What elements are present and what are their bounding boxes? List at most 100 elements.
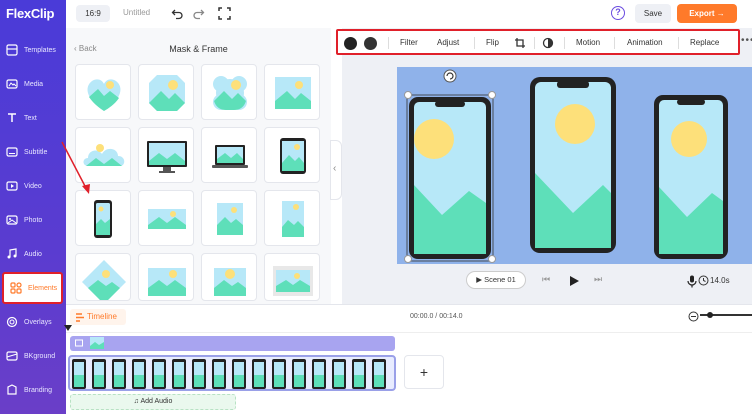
mask-heart[interactable] bbox=[75, 64, 131, 120]
clock-icon bbox=[698, 275, 709, 286]
mask-tall[interactable] bbox=[264, 190, 320, 246]
duration-label: 14.0s bbox=[710, 276, 730, 285]
previous-icon[interactable]: ⏮ bbox=[542, 274, 550, 285]
play-icon[interactable] bbox=[568, 275, 580, 287]
element-thumb bbox=[90, 337, 104, 349]
mask-octagon[interactable] bbox=[138, 64, 194, 120]
frame-phone[interactable] bbox=[75, 190, 131, 246]
chevron-left-icon: ‹ bbox=[333, 163, 337, 174]
frame-tablet[interactable] bbox=[264, 127, 320, 183]
frame-laptop[interactable] bbox=[201, 127, 257, 183]
player-controls: ▶ Scene 01 ⏮ ⏭ bbox=[342, 266, 752, 296]
element-toolbar: Filter Adjust Flip Motion Animation Repl… bbox=[336, 29, 740, 55]
timeline-icon bbox=[76, 313, 84, 322]
border-color-swatch[interactable] bbox=[344, 37, 357, 50]
divider bbox=[614, 37, 615, 49]
mask-landscape[interactable] bbox=[138, 253, 194, 301]
panel-title: Mask & Frame bbox=[169, 44, 228, 54]
top-bar: 16:9 Untitled ? Save Export → bbox=[66, 0, 752, 28]
motion-button[interactable]: Motion bbox=[576, 38, 600, 47]
frame-film[interactable] bbox=[264, 253, 320, 301]
mask-square[interactable] bbox=[264, 64, 320, 120]
divider bbox=[564, 37, 565, 49]
app-logo[interactable]: FlexClip bbox=[6, 6, 54, 21]
sidebar-item-audio[interactable]: Audio bbox=[0, 238, 66, 270]
filter-button[interactable]: Filter bbox=[400, 38, 418, 47]
mask-wide[interactable] bbox=[138, 190, 194, 246]
annotation-arrow bbox=[61, 141, 90, 194]
help-icon[interactable]: ? bbox=[611, 6, 625, 20]
redo-icon[interactable] bbox=[192, 7, 205, 20]
divider bbox=[388, 37, 389, 49]
zoom-out-icon[interactable] bbox=[688, 311, 699, 322]
microphone-icon[interactable] bbox=[687, 275, 697, 288]
sidebar-item-label: Media bbox=[24, 80, 44, 88]
scene-label: Scene 01 bbox=[484, 275, 516, 284]
frame-monitor[interactable] bbox=[138, 127, 194, 183]
text-icon bbox=[8, 113, 16, 122]
sidebar-item-label: Subtitle bbox=[24, 148, 48, 156]
more-options-icon[interactable]: ••• bbox=[741, 35, 752, 46]
time-display: 00:00.0 / 00:14.0 bbox=[410, 313, 463, 320]
fill-color-swatch[interactable] bbox=[364, 37, 377, 50]
sidebar-item-label: Audio bbox=[24, 250, 42, 258]
add-scene-button[interactable]: + bbox=[404, 355, 444, 389]
mask-sunburst[interactable] bbox=[201, 253, 257, 301]
zoom-slider-knob[interactable] bbox=[707, 312, 713, 318]
overlays-icon bbox=[6, 316, 18, 328]
project-title[interactable]: Untitled bbox=[123, 8, 150, 17]
sidebar-item-label: Branding bbox=[24, 386, 53, 394]
sidebar-item-text[interactable]: Text bbox=[0, 102, 66, 134]
opacity-icon[interactable] bbox=[542, 37, 554, 49]
divider bbox=[474, 37, 475, 49]
timeline-ruler[interactable] bbox=[66, 327, 752, 333]
sidebar-item-templates[interactable]: Templates bbox=[0, 34, 66, 66]
undo-icon[interactable] bbox=[171, 7, 184, 20]
timeline-panel: Timeline 00:00.0 / 00:14.0 + ♫ Add Audio bbox=[64, 304, 752, 414]
sidebar-item-media[interactable]: Media bbox=[0, 68, 66, 100]
adjust-button[interactable]: Adjust bbox=[437, 38, 459, 47]
mask-flower[interactable] bbox=[201, 64, 257, 120]
sidebar-item-label: Photo bbox=[24, 216, 43, 224]
export-button[interactable]: Export → bbox=[677, 4, 737, 23]
divider bbox=[534, 37, 535, 49]
sidebar-item-overlays[interactable]: Overlays bbox=[0, 306, 66, 338]
add-audio-label: Add Audio bbox=[140, 398, 173, 405]
timeline-label: Timeline bbox=[87, 312, 117, 321]
media-icon bbox=[6, 79, 18, 89]
playhead-icon[interactable] bbox=[64, 325, 72, 333]
save-button[interactable]: Save bbox=[635, 4, 671, 23]
sidebar-item-bkground[interactable]: BKground bbox=[0, 340, 66, 372]
video-track[interactable] bbox=[68, 355, 396, 391]
animation-button[interactable]: Animation bbox=[627, 38, 663, 47]
mask-diamond[interactable] bbox=[75, 253, 131, 301]
selection-handles[interactable] bbox=[399, 66, 499, 266]
element-track[interactable] bbox=[70, 336, 395, 351]
play-small-icon: ▶ bbox=[476, 275, 485, 284]
next-icon[interactable]: ⏭ bbox=[594, 274, 602, 285]
fullscreen-icon[interactable] bbox=[218, 7, 231, 20]
sidebar-item-label: Video bbox=[24, 182, 42, 190]
divider bbox=[678, 37, 679, 49]
mask-portrait[interactable] bbox=[201, 190, 257, 246]
sidebar-item-branding[interactable]: Branding bbox=[0, 374, 66, 406]
panel-collapse-handle[interactable]: ‹ bbox=[330, 140, 342, 200]
sidebar-item-label: Elements bbox=[28, 284, 58, 292]
crop-icon[interactable] bbox=[514, 37, 526, 49]
templates-icon bbox=[6, 44, 18, 56]
sidebar: FlexClip Templates Media Text Subtitle V… bbox=[0, 0, 66, 414]
subtitle-icon bbox=[6, 147, 18, 157]
flip-button[interactable]: Flip bbox=[486, 38, 499, 47]
add-audio-button[interactable]: ♫ Add Audio bbox=[70, 394, 236, 410]
sidebar-item-label: Text bbox=[24, 114, 37, 122]
scene-selector[interactable]: ▶ Scene 01 bbox=[466, 271, 526, 289]
sidebar-item-photo[interactable]: Photo bbox=[0, 204, 66, 236]
aspect-ratio-button[interactable]: 16:9 bbox=[76, 5, 110, 22]
sidebar-item-label: BKground bbox=[24, 352, 56, 360]
sidebar-item-label: Templates bbox=[24, 46, 56, 54]
audio-icon bbox=[7, 248, 17, 259]
branding-icon bbox=[7, 384, 17, 395]
rotate-icon[interactable] bbox=[443, 69, 457, 83]
replace-button[interactable]: Replace bbox=[690, 38, 719, 47]
sidebar-item-elements[interactable]: Elements bbox=[2, 272, 63, 304]
